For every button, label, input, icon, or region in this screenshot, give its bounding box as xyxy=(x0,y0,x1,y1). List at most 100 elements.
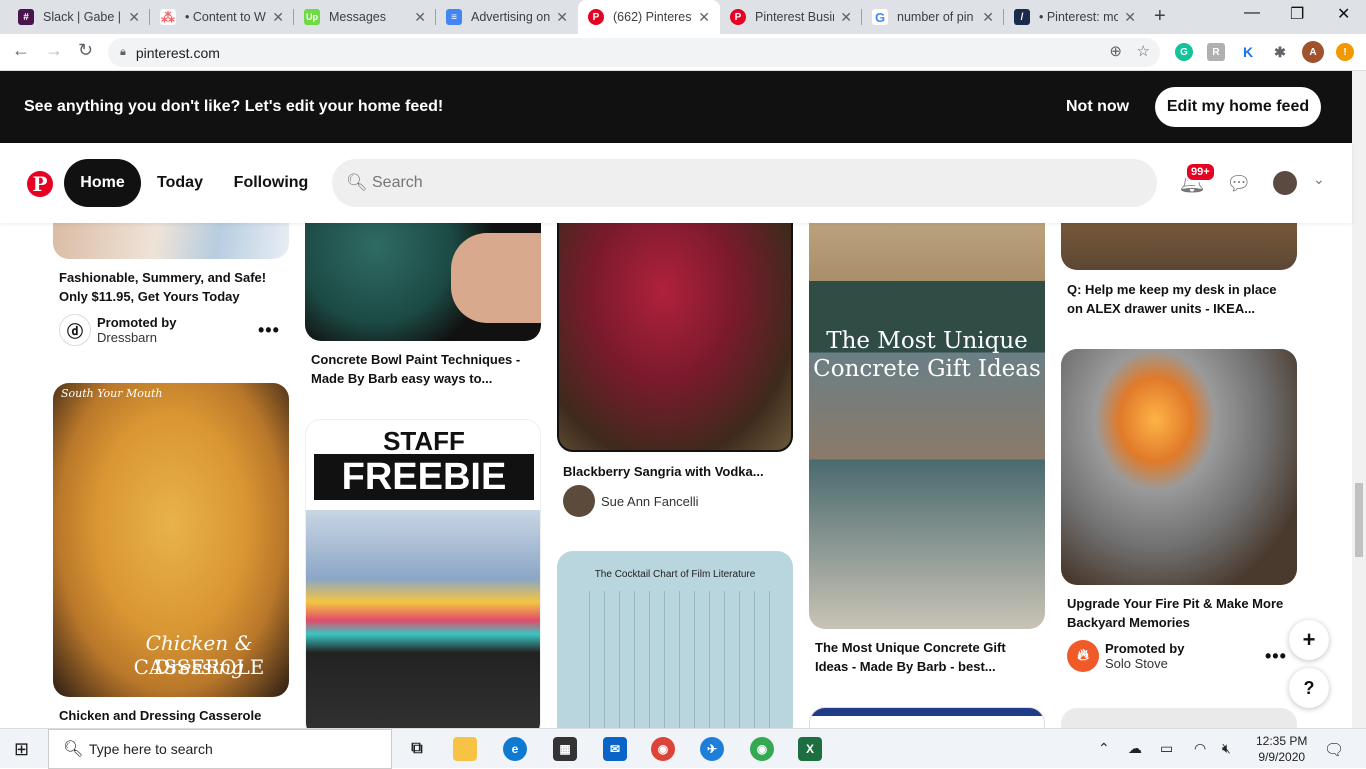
tab-google-search[interactable]: G number of pin ✕ xyxy=(862,0,1004,34)
pin-image-dressbarn[interactable] xyxy=(53,223,289,259)
wifi-icon[interactable]: ◠ xyxy=(1194,740,1206,757)
pin-title[interactable]: Concrete Bowl Paint Techniques - Made By… xyxy=(311,350,536,388)
tab-title: Advertising on xyxy=(471,10,551,24)
tab-slack[interactable]: # Slack | Gabe | I ✕ xyxy=(8,0,150,34)
pin-promoter[interactable]: ⓓ Promoted by Dressbarn xyxy=(59,314,176,346)
pin-title[interactable]: Q: Help me keep my desk in place on ALEX… xyxy=(1067,280,1292,318)
promoted-label: Promoted by xyxy=(1105,641,1185,656)
tab-content[interactable]: ⁂ • Content to W ✕ xyxy=(150,0,294,34)
more-options-icon[interactable]: ••• xyxy=(258,320,280,341)
tab-pinterest-business[interactable]: P Pinterest Busin ✕ xyxy=(720,0,862,34)
nav-home[interactable]: Home xyxy=(64,159,141,207)
close-tab-icon[interactable]: ✕ xyxy=(1124,9,1136,26)
pin-image-next[interactable] xyxy=(809,707,1045,728)
pin-image-concrete-gifts[interactable]: The Most Unique Concrete Gift Ideas xyxy=(809,223,1045,629)
tab-advertising[interactable]: ≡ Advertising on ✕ xyxy=(436,0,578,34)
close-tab-icon[interactable]: ✕ xyxy=(272,9,284,26)
scrollbar-thumb[interactable] xyxy=(1355,483,1363,557)
edge-icon[interactable]: e xyxy=(503,737,527,761)
profile-avatar[interactable]: A xyxy=(1302,41,1324,63)
nav-today[interactable]: Today xyxy=(148,159,212,207)
pin-image-casserole[interactable]: South Your Mouth Chicken & Dressing CASS… xyxy=(53,383,289,697)
search-bar[interactable]: 🔍︎ Search xyxy=(332,159,1157,207)
close-tab-icon[interactable]: ✕ xyxy=(982,9,994,26)
store-icon[interactable]: ▦ xyxy=(553,737,577,761)
onedrive-icon[interactable]: ☁ xyxy=(1128,740,1142,757)
promoter-name: Solo Stove xyxy=(1105,656,1168,671)
chevron-up-icon[interactable]: ⌃ xyxy=(1098,740,1110,757)
tab-messages[interactable]: Up Messages ✕ xyxy=(294,0,436,34)
system-clock[interactable]: 12:35 PM 9/9/2020 xyxy=(1256,733,1307,765)
pin-promoter[interactable]: 🔥︎ Promoted by Solo Stove xyxy=(1067,640,1184,672)
messages-icon[interactable]: 💬︎ xyxy=(1226,171,1251,196)
close-tab-icon[interactable]: ✕ xyxy=(840,9,852,26)
grammarly-icon[interactable]: G xyxy=(1175,43,1193,61)
pin-author[interactable]: Sue Ann Fancelli xyxy=(563,485,699,517)
nav-following[interactable]: Following xyxy=(224,159,318,207)
battery-icon[interactable]: ▭ xyxy=(1160,740,1173,757)
maximize-button[interactable]: ❐ xyxy=(1290,4,1304,24)
staff-line2: FREEBIE xyxy=(314,454,534,500)
add-pin-button[interactable]: + xyxy=(1289,620,1329,660)
safari-icon[interactable]: ✈ xyxy=(700,737,724,761)
task-view-icon[interactable]: ⧉ xyxy=(405,737,429,761)
taskbar-search[interactable]: 🔍︎ Type here to search xyxy=(48,729,392,769)
pin-image-firepit[interactable] xyxy=(1061,349,1297,585)
puzzle-icon[interactable]: ✱ xyxy=(1271,43,1289,61)
clock-date: 9/9/2020 xyxy=(1258,750,1306,764)
more-options-icon[interactable]: ••• xyxy=(1265,646,1287,667)
pinterest-logo-icon[interactable]: P xyxy=(27,171,53,197)
pin-title[interactable]: Upgrade Your Fire Pit & Make More Backya… xyxy=(1067,594,1292,632)
extension-icon[interactable]: K xyxy=(1239,43,1257,61)
edit-home-feed-button[interactable]: Edit my home feed xyxy=(1155,87,1321,127)
minimize-button[interactable]: — xyxy=(1244,4,1260,22)
extension-icon[interactable]: R xyxy=(1207,43,1225,61)
close-tab-icon[interactable]: ✕ xyxy=(698,9,710,26)
close-tab-icon[interactable]: ✕ xyxy=(556,9,568,26)
back-button[interactable]: ← xyxy=(12,40,30,61)
search-icon: 🔍︎ xyxy=(346,173,368,192)
pin-image-next[interactable] xyxy=(1061,708,1297,728)
chrome-profile-icon[interactable]: ◉ xyxy=(750,737,774,761)
pin-title[interactable]: Blackberry Sangria with Vodka... xyxy=(563,462,788,481)
url-bar[interactable]: 🔒︎ pinterest.com ⊕ ☆ xyxy=(108,38,1160,67)
pin-image-desk[interactable] xyxy=(1061,223,1297,270)
update-alert-icon[interactable]: ! xyxy=(1336,43,1354,61)
overlay-line2: CASSEROLE xyxy=(133,655,265,679)
windows-start-icon[interactable]: ⊞ xyxy=(14,739,29,760)
pin-image-concrete-bowl[interactable] xyxy=(305,223,541,341)
tab-pinterest-mo[interactable]: / • Pinterest: mo ✕ xyxy=(1004,0,1146,34)
promoted-label: Promoted by xyxy=(97,315,177,330)
bookmark-star-icon[interactable]: ☆ xyxy=(1137,42,1150,60)
close-tab-icon[interactable]: ✕ xyxy=(414,9,426,26)
help-button[interactable]: ? xyxy=(1289,668,1329,708)
pin-image-cocktail-chart[interactable]: The Cocktail Chart of Film Literature xyxy=(557,551,793,728)
not-now-button[interactable]: Not now xyxy=(1066,98,1129,116)
pin-image-sangria[interactable] xyxy=(557,223,793,452)
asana-icon: ⁂ xyxy=(160,8,176,25)
forward-button[interactable]: → xyxy=(45,40,63,61)
pinterest-icon: P xyxy=(730,9,746,25)
new-tab-button[interactable]: + xyxy=(1154,5,1166,28)
pin-title[interactable]: Fashionable, Summery, and Safe! Only $11… xyxy=(59,268,284,306)
close-tab-icon[interactable]: ✕ xyxy=(128,9,140,26)
overlay-brand: South Your Mouth xyxy=(61,387,163,400)
close-window-button[interactable]: ✕ xyxy=(1337,4,1350,24)
page-scrollbar[interactable] xyxy=(1352,71,1366,728)
url-text: pinterest.com xyxy=(135,44,220,61)
volume-muted-icon[interactable]: 🔇︎ xyxy=(1222,740,1231,757)
notification-center-icon[interactable]: 🗨︎ xyxy=(1324,740,1344,760)
reload-button[interactable]: ↻ xyxy=(78,40,93,61)
chrome-icon[interactable]: ◉ xyxy=(651,737,675,761)
mail-icon[interactable]: ✉ xyxy=(603,737,627,761)
tab-title: Pinterest Busin xyxy=(755,10,835,24)
tab-pinterest-active[interactable]: P (662) Pinterest ✕ xyxy=(578,0,720,34)
pin-title[interactable]: Chicken and Dressing Casserole xyxy=(59,706,284,725)
pin-title[interactable]: The Most Unique Concrete Gift Ideas - Ma… xyxy=(815,638,1040,676)
chevron-down-icon[interactable]: ⌄ xyxy=(1313,171,1325,188)
pin-image-staff-sunshine[interactable]: STAFF SUNSHINE FREEBIE xyxy=(305,419,541,728)
add-icon[interactable]: ⊕ xyxy=(1109,42,1122,60)
user-avatar[interactable] xyxy=(1273,171,1297,195)
excel-icon[interactable]: X xyxy=(798,737,822,761)
file-explorer-icon[interactable] xyxy=(453,737,477,761)
